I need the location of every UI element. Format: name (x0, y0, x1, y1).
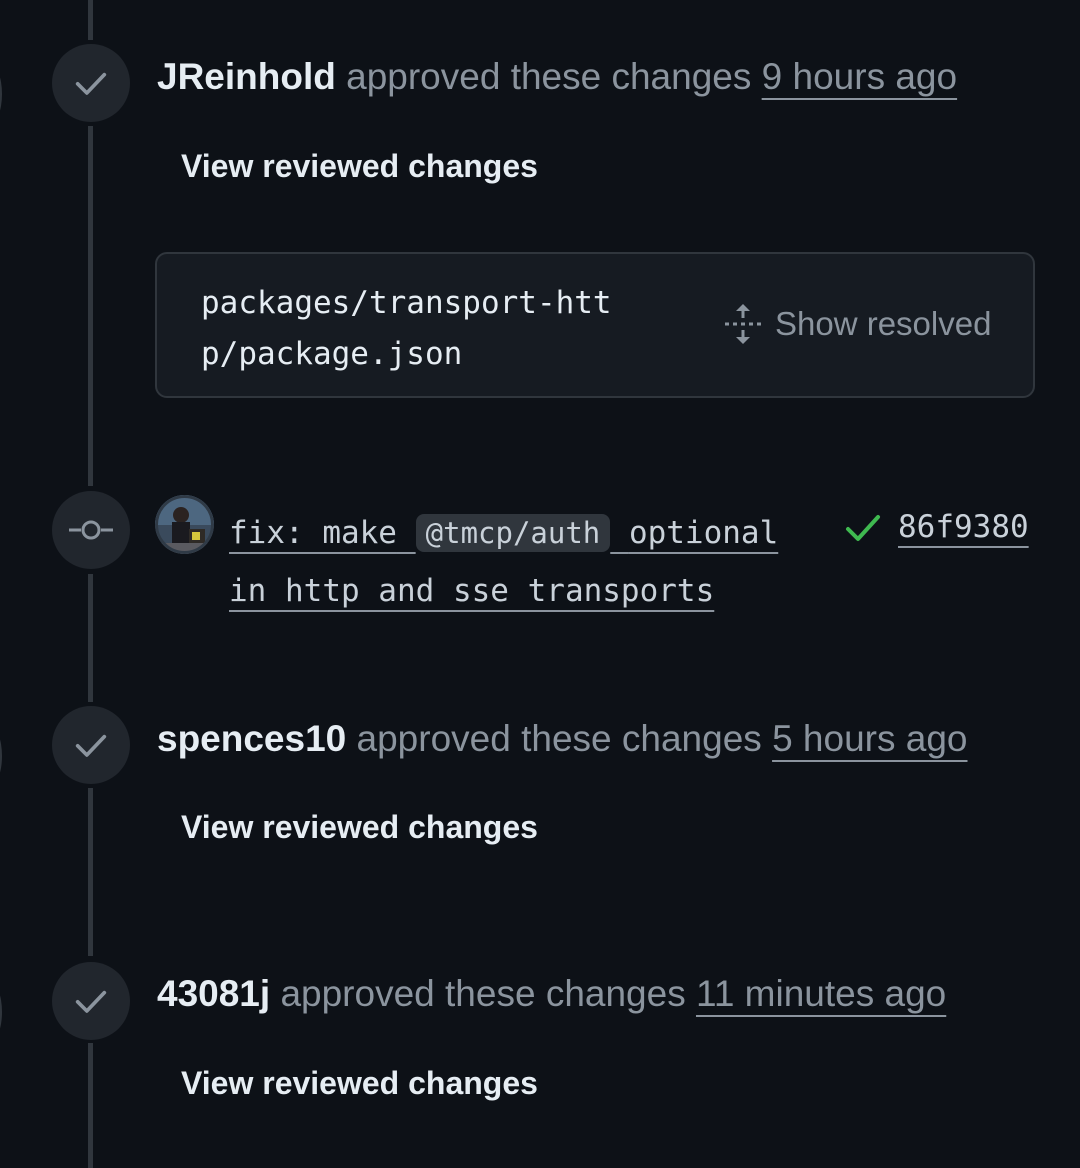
review-action: approved these changes (346, 56, 752, 97)
review-action: approved these changes (280, 973, 686, 1014)
edge-mark (0, 982, 2, 1042)
timeline-line (88, 1043, 93, 1168)
check-icon (75, 72, 107, 95)
success-check-icon (846, 515, 880, 541)
file-path[interactable]: packages/transport-htt p/package.json (201, 278, 661, 380)
commit-message-text: fix: make (229, 515, 397, 551)
edge-mark (0, 64, 2, 124)
view-reviewed-changes-link[interactable]: View reviewed changes (181, 148, 538, 185)
avatar[interactable] (155, 495, 214, 554)
review-event: spences10 approved these changes 5 hours… (157, 718, 968, 760)
commit-code-chip: @tmcp/auth (415, 514, 611, 552)
review-event: 43081j approved these changes 11 minutes… (157, 973, 946, 1015)
view-reviewed-changes-link[interactable]: View reviewed changes (181, 1065, 538, 1102)
commit-badge (52, 491, 130, 569)
check-icon (75, 990, 107, 1013)
file-thread-box: packages/transport-htt p/package.json Sh… (155, 252, 1035, 398)
timeline-line (88, 0, 93, 40)
unfold-icon (725, 304, 761, 344)
ci-status[interactable] (844, 512, 882, 549)
file-path-line: p/package.json (201, 336, 463, 372)
commit-sha-link[interactable]: 86f9380 (898, 504, 1029, 550)
check-icon (75, 734, 107, 757)
pr-timeline: JReinhold approved these changes 9 hours… (0, 0, 1080, 1168)
show-resolved-button[interactable]: Show resolved (723, 302, 991, 346)
commit-message-text: optional (628, 515, 779, 551)
approved-badge (52, 44, 130, 122)
review-author[interactable]: 43081j (157, 973, 270, 1014)
avatar-image (155, 495, 214, 554)
review-action: approved these changes (356, 718, 762, 759)
review-author[interactable]: spences10 (157, 718, 346, 759)
edge-mark (0, 726, 2, 786)
file-path-line: packages/transport-htt (201, 285, 612, 321)
view-reviewed-changes-link[interactable]: View reviewed changes (181, 809, 538, 846)
commit-message-text: in http and sse transports (229, 573, 715, 609)
review-time[interactable]: 9 hours ago (762, 56, 957, 97)
git-commit-icon (69, 520, 113, 540)
timeline-line (88, 574, 93, 702)
review-event: JReinhold approved these changes 9 hours… (157, 56, 957, 98)
review-author[interactable]: JReinhold (157, 56, 336, 97)
approved-badge (52, 962, 130, 1040)
approved-badge (52, 706, 130, 784)
show-resolved-label: Show resolved (775, 305, 992, 342)
timeline-line (88, 126, 93, 486)
timeline-line (88, 788, 93, 956)
review-time[interactable]: 11 minutes ago (696, 973, 946, 1014)
review-time[interactable]: 5 hours ago (772, 718, 967, 759)
commit-message[interactable]: fix: make @tmcp/auth optional in http an… (229, 504, 778, 620)
